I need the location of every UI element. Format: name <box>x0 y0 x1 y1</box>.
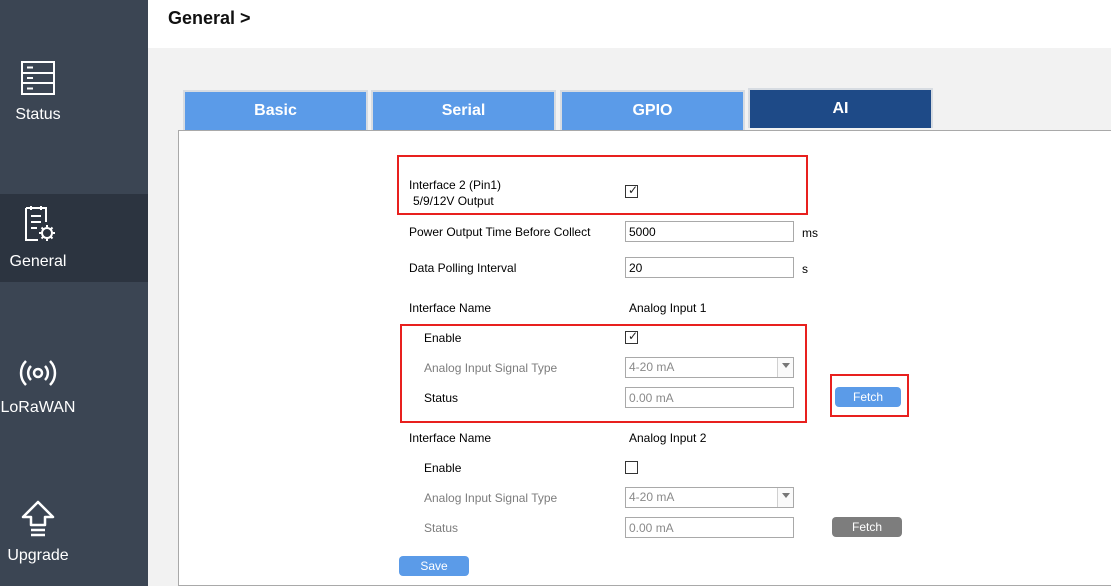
sidebar-item-status[interactable]: Status <box>0 28 148 123</box>
ai1-name-value: Analog Input 1 <box>629 301 707 315</box>
sidebar-item-label: Status <box>15 106 61 123</box>
settings-doc-icon <box>25 206 55 241</box>
highlight-box-ai1 <box>400 324 807 423</box>
ai2-enable-label: Enable <box>424 461 462 475</box>
polling-input[interactable] <box>625 257 794 278</box>
save-button[interactable]: Save <box>399 556 469 576</box>
power-output-unit: ms <box>802 226 818 240</box>
page-title: General > <box>168 8 251 28</box>
power-output-input[interactable] <box>625 221 794 242</box>
sidebar-item-upgrade[interactable]: Upgrade <box>0 488 148 576</box>
polling-unit: s <box>802 262 808 276</box>
ai2-fetch-button[interactable]: Fetch <box>832 517 902 537</box>
sidebar-item-lorawan[interactable]: LoRaWAN <box>0 340 148 428</box>
ai2-signal-type-label: Analog Input Signal Type <box>424 491 558 505</box>
tab-basic[interactable]: Basic <box>183 90 368 130</box>
ai2-status-field <box>625 517 794 538</box>
ai2-enable-checkbox[interactable] <box>625 461 638 474</box>
page-header: General > <box>148 0 1111 48</box>
ai2-signal-type-value: 4-20 mA <box>629 490 675 504</box>
highlight-box-interface2 <box>397 155 808 215</box>
sidebar-item-label: General <box>9 253 67 270</box>
ai2-name-label: Interface Name <box>409 431 492 445</box>
tab-ai[interactable]: AI <box>748 88 933 128</box>
tab-gpio[interactable]: GPIO <box>560 90 745 130</box>
sidebar-item-label: Upgrade <box>7 547 69 564</box>
ai2-signal-type-select[interactable]: 4-20 mA <box>625 487 794 508</box>
highlight-box-fetch <box>830 374 909 417</box>
sidebar-item-general[interactable]: General <box>0 194 148 282</box>
ai2-status-label: Status <box>424 521 459 535</box>
ai2-name-value: Analog Input 2 <box>629 431 707 445</box>
polling-label: Data Polling Interval <box>409 261 517 275</box>
radio-signal-icon <box>19 360 57 386</box>
tab-serial[interactable]: Serial <box>371 90 556 130</box>
server-icon <box>21 61 55 95</box>
power-output-label: Power Output Time Before Collect <box>409 225 591 239</box>
chevron-down-icon <box>777 488 793 507</box>
sidebar: Status General LoRaWAN Upgrade <box>0 0 148 586</box>
ai1-name-label: Interface Name <box>409 301 492 315</box>
sidebar-item-label: LoRaWAN <box>0 399 76 416</box>
upload-arrow-icon <box>21 500 55 537</box>
